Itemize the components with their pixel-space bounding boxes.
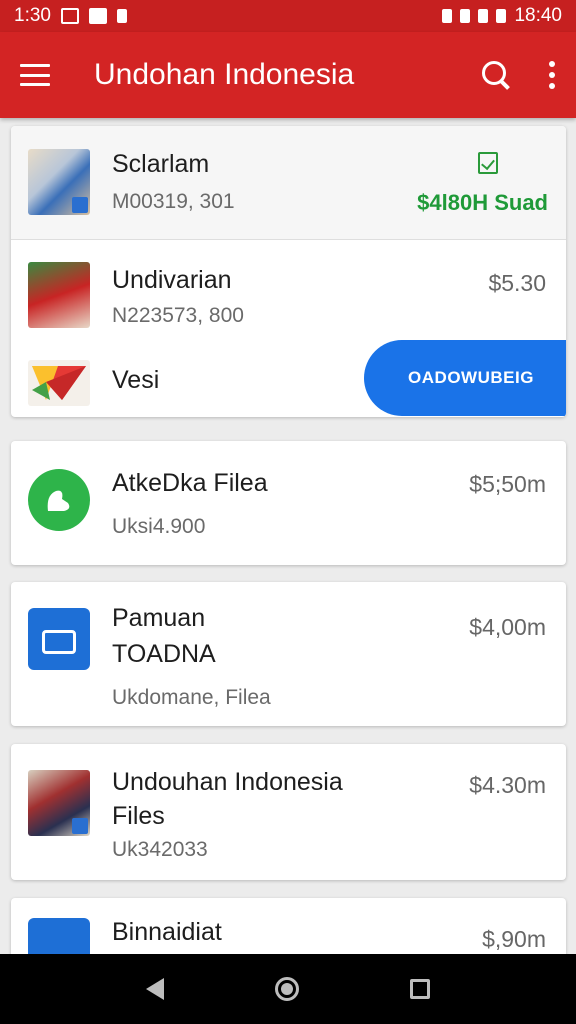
battery-icon: [496, 9, 507, 23]
check-icon: [478, 152, 498, 174]
item-subtitle: Uk342033: [112, 838, 208, 861]
item-name: Pamuan: [112, 604, 206, 632]
file-card[interactable]: Pamuan TOADNA Ukdomane, Filea $4,00m: [11, 582, 566, 726]
search-icon[interactable]: [480, 59, 512, 91]
item-subtitle: N223573, 800: [112, 304, 244, 327]
item-price: $5;50m: [469, 471, 546, 497]
file-card[interactable]: Undouhan Indonesia Files Uk342033 $4.30m: [11, 744, 566, 880]
signal-icon: [478, 9, 489, 23]
app-bar: Undohan Indonesia: [0, 32, 576, 118]
status-time: 1:30: [14, 5, 51, 26]
item-price: $,90m: [482, 926, 546, 952]
message-icon: [88, 8, 107, 24]
file-app-icon: [28, 918, 90, 958]
list-item[interactable]: Sclarlam M00319, 301 $4l80H Suad: [11, 126, 566, 239]
thumbnail-image: [28, 262, 90, 328]
play-store-icon: [28, 360, 90, 406]
home-icon[interactable]: [274, 977, 299, 1001]
status-clock: 18:40: [514, 5, 562, 26]
menu-icon[interactable]: [20, 64, 50, 86]
recent-apps-icon[interactable]: [410, 979, 431, 999]
status-bar: 1:30 18:40: [0, 0, 576, 32]
item-name: Undouhan Indonesia: [112, 768, 343, 796]
item-status: $4l80H Suad: [417, 190, 548, 215]
item-name: Binnaidiat: [112, 918, 222, 946]
list-item[interactable]: Undivarian N223573, 800 $5.30: [11, 240, 566, 340]
item-name-line2: TOADNA: [112, 640, 216, 668]
wifi-icon: [460, 9, 471, 23]
file-card: Sclarlam M00319, 301 $4l80H Suad Undivar…: [11, 126, 566, 417]
file-card[interactable]: AtkeDka Filea Uksi4.900 $5;50m: [11, 441, 566, 565]
item-name: Undivarian: [112, 266, 232, 294]
item-name: Vesi: [112, 366, 160, 394]
item-subtitle: Ukdomane, Filea: [112, 686, 271, 709]
item-name: AtkeDka Filea: [112, 469, 268, 497]
item-price: $5.30: [488, 270, 546, 296]
navigation-bar: [0, 954, 576, 1024]
document-icon: [28, 608, 90, 670]
notification-icon: [60, 8, 79, 24]
download-button[interactable]: OADOWUBEIG: [364, 340, 566, 416]
item-price: $4,00m: [469, 614, 546, 640]
item-name-line2: Files: [112, 802, 165, 830]
file-badge-icon: [72, 197, 88, 213]
app-notification-icon: [116, 9, 127, 23]
chat-app-icon: [28, 469, 90, 531]
back-icon[interactable]: [145, 978, 164, 1000]
thumbnail-image: [28, 149, 90, 215]
more-options-icon[interactable]: [548, 61, 556, 89]
thumbnail-image: [28, 770, 90, 836]
item-price: $4.30m: [469, 772, 546, 798]
item-name: Sclarlam: [112, 150, 210, 178]
app-title: Undohan Indonesia: [94, 58, 355, 91]
vibrate-icon: [442, 9, 453, 23]
item-subtitle: Uksi4.900: [112, 515, 206, 538]
item-subtitle: M00319, 301: [112, 190, 235, 213]
file-badge-icon: [72, 818, 88, 834]
